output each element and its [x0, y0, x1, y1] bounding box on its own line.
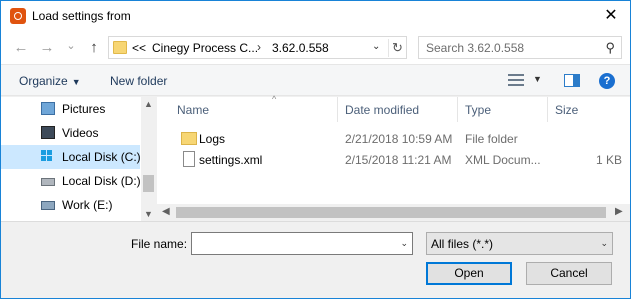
help-icon[interactable]: ? [599, 73, 615, 89]
sidebar-item-work-e[interactable]: Work (E:) [1, 193, 140, 217]
forward-arrow-icon[interactable]: → [38, 39, 56, 57]
sidebar-item-label: Pictures [62, 102, 106, 116]
column-label: Size [555, 103, 579, 117]
scroll-left-icon[interactable]: ◀ [162, 206, 170, 217]
search-input[interactable]: Search 3.62.0.558 [426, 41, 524, 55]
sidebar-item-label: Local Disk (C:) [62, 150, 141, 164]
sidebar-item-label: Videos [62, 126, 99, 140]
column-divider[interactable] [337, 97, 338, 122]
scroll-right-icon[interactable]: ▶ [615, 206, 623, 217]
file-type: XML Docum... [465, 153, 541, 167]
scrollbar-thumb[interactable] [143, 175, 154, 192]
open-button[interactable]: Open [426, 262, 512, 285]
chevron-down-icon[interactable]: ⌄ [400, 238, 408, 249]
drive-icon [41, 178, 55, 186]
chevron-down-icon[interactable]: ⌄ [372, 41, 380, 52]
network-drive-icon [41, 201, 55, 210]
file-icon [183, 151, 195, 167]
scrollbar-thumb[interactable] [176, 207, 606, 218]
scroll-up-icon[interactable]: ▲ [144, 99, 153, 109]
filter-value: All files (*.*) [431, 237, 494, 251]
refresh-icon[interactable]: ↻ [388, 39, 406, 57]
videos-icon [41, 126, 55, 139]
preview-pane-icon[interactable] [564, 74, 580, 87]
search-box[interactable]: Search 3.62.0.558 ⚲ [418, 36, 622, 59]
new-folder-button[interactable]: New folder [110, 74, 167, 88]
column-header-type[interactable]: Type [465, 97, 545, 122]
sidebar-scrollbar[interactable]: ▲ ▼ [141, 97, 156, 221]
file-size: 1 KB [595, 153, 622, 167]
horizontal-scrollbar[interactable]: ◀ ▶ [157, 204, 630, 221]
chevron-down-icon[interactable]: ▼ [533, 74, 542, 84]
folder-icon [113, 41, 127, 54]
chevron-down-icon: ⌄ [600, 238, 608, 248]
file-type: File folder [465, 132, 518, 146]
column-label: Date modified [345, 103, 420, 117]
sidebar-item-local-disk-d[interactable]: Local Disk (D:) [1, 169, 141, 193]
filename-field[interactable]: ⌄ [191, 232, 413, 255]
column-header-name[interactable]: Name ^ [177, 94, 337, 122]
navigation-pane: Pictures Videos Local Disk (C:) Local Di… [1, 97, 156, 221]
file-date: 2/15/2018 11:21 AM [345, 153, 452, 167]
scroll-down-icon[interactable]: ▼ [144, 209, 153, 219]
breadcrumb-separator[interactable]: › [257, 40, 261, 54]
sidebar-item-local-disk-c[interactable]: Local Disk (C:) [1, 145, 141, 169]
organize-label: Organize [19, 74, 68, 88]
file-date: 2/21/2018 10:59 AM [345, 132, 453, 146]
sidebar-item-label: Local Disk (D:) [62, 174, 141, 188]
back-arrow-icon[interactable]: ← [12, 39, 30, 57]
filename-label: File name: [131, 237, 188, 251]
file-name: Logs [199, 132, 226, 146]
file-name: settings.xml [199, 153, 263, 167]
column-label: Type [465, 103, 492, 117]
sidebar-item-label: Work (E:) [62, 198, 113, 212]
cancel-button[interactable]: Cancel [526, 262, 612, 285]
column-divider[interactable] [457, 97, 458, 122]
recent-locations-icon[interactable]: ⌄ [62, 37, 80, 55]
app-icon [10, 8, 26, 24]
sort-ascending-icon: ^ [272, 94, 277, 104]
folder-icon [181, 132, 197, 145]
table-row[interactable]: settings.xml 2/15/2018 11:21 AM XML Docu… [157, 149, 630, 170]
title-bar: Load settings from ✕ [1, 1, 630, 31]
dialog-footer: File name: ⌄ All files (*.*) ⌄ Open Canc… [1, 221, 630, 298]
column-divider[interactable] [547, 97, 548, 122]
sidebar-item-videos[interactable]: Videos [1, 121, 140, 145]
file-type-filter[interactable]: All files (*.*) ⌄ [426, 232, 613, 255]
chevron-down-icon: ▼ [71, 77, 81, 87]
window-title: Load settings from [32, 9, 131, 23]
pictures-icon [41, 102, 55, 115]
close-button[interactable]: ✕ [600, 5, 622, 27]
organize-button[interactable]: Organize ▼ [19, 74, 81, 88]
address-bar[interactable]: << Cinegy Process C... › 3.62.0.558 ⌄ ↻ [108, 36, 407, 59]
breadcrumb-item[interactable]: Cinegy Process C... [152, 41, 258, 55]
navigation-bar: ← → ⌄ ↑ << Cinegy Process C... › 3.62.0.… [1, 31, 630, 64]
column-label: Name [177, 103, 210, 117]
column-header-size[interactable]: Size [555, 97, 615, 122]
table-row[interactable]: Logs 2/21/2018 10:59 AM File folder [157, 128, 630, 149]
view-options-icon[interactable] [508, 74, 524, 86]
sidebar-item-pictures[interactable]: Pictures [1, 97, 140, 121]
up-arrow-icon[interactable]: ↑ [85, 39, 103, 57]
windows-drive-icon [41, 150, 55, 163]
command-bar: Organize ▼ New folder ▼ ? [1, 64, 630, 96]
search-icon[interactable]: ⚲ [605, 40, 615, 56]
column-header-date[interactable]: Date modified [345, 97, 455, 122]
file-list: Name ^ Date modified Type Size Logs 2/21… [157, 94, 630, 221]
breadcrumb-overflow[interactable]: << [132, 41, 146, 55]
breadcrumb-item[interactable]: 3.62.0.558 [272, 41, 329, 55]
